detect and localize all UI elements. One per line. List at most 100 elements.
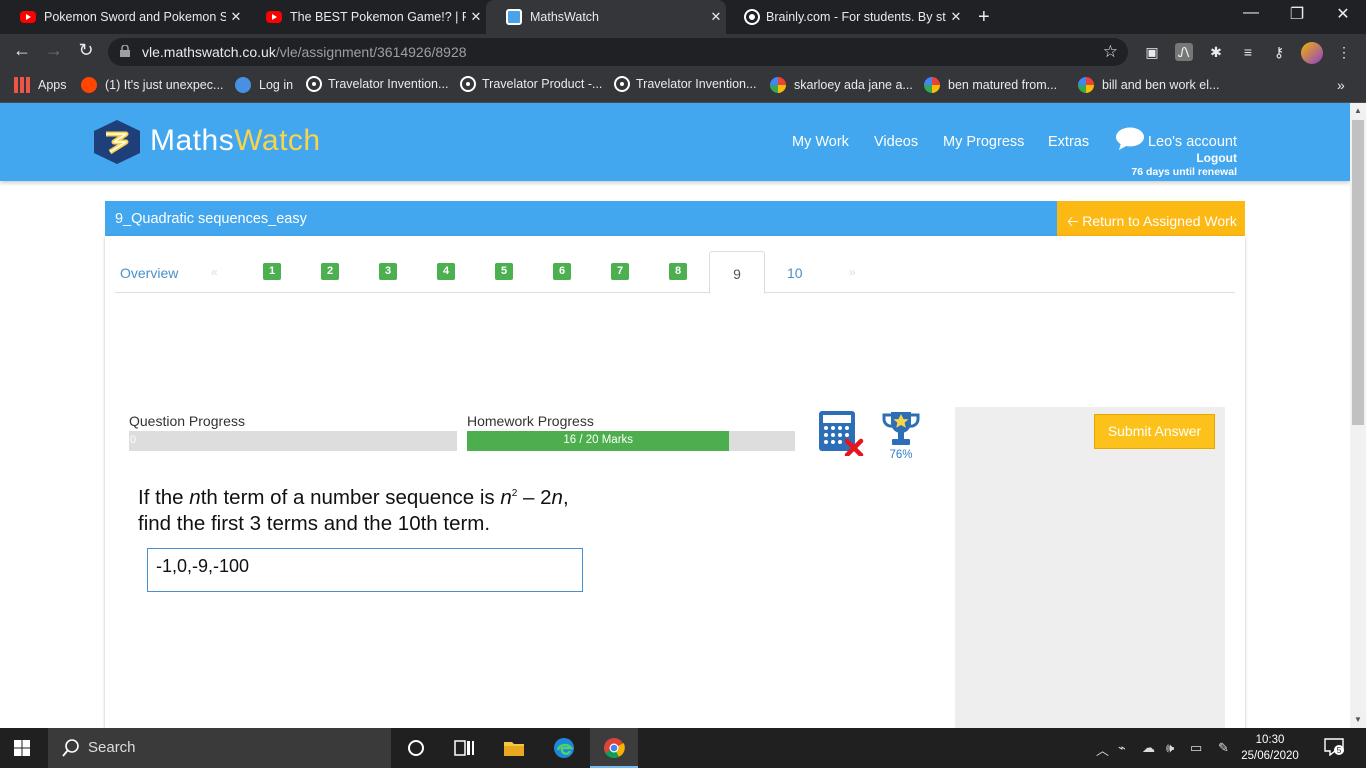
forward-icon[interactable]: →: [42, 40, 66, 61]
tabs-prev-icon[interactable]: «: [211, 265, 218, 279]
browser-toolbar: ← → ↻ vle.mathswatch.co.uk/vle/assignmen…: [0, 34, 1366, 70]
tab-title: The BEST Pokemon Game!? | Rev: [290, 10, 466, 24]
homework-progress-text: 16 / 20 Marks: [563, 434, 634, 446]
extension-reader-icon[interactable]: ▣: [1143, 43, 1161, 61]
question-panel: Overview « 1 2 3 4 5 6 7 8 9 10 » Questi…: [105, 236, 1245, 728]
submit-answer-button[interactable]: Submit Answer: [1094, 414, 1215, 449]
restore-icon[interactable]: ❐: [1274, 4, 1320, 24]
network-icon[interactable]: ⌁: [1118, 740, 1126, 756]
clock-time: 10:30: [1255, 734, 1285, 746]
url-text: vle.mathswatch.co.uk/vle/assignment/3614…: [142, 44, 467, 60]
bookmark-item[interactable]: Travelator Product -...: [462, 77, 602, 91]
browser-tab[interactable]: Pokemon Sword and Pokemon Sh ✕: [0, 0, 246, 34]
new-tab-icon[interactable]: +: [978, 6, 990, 29]
scroll-up-icon[interactable]: ▲: [1354, 106, 1362, 115]
taskbar-search[interactable]: Search: [48, 728, 391, 768]
question-line-1: If the nth term of a number sequence is …: [138, 486, 569, 509]
tab-question-10[interactable]: 10: [787, 265, 803, 281]
extension-font-icon[interactable]: Ꮑ: [1175, 43, 1193, 61]
tabs-next-icon[interactable]: »: [849, 265, 856, 279]
bookmark-star-icon[interactable]: ☆: [1103, 42, 1118, 62]
battery-icon[interactable]: ▭: [1190, 740, 1202, 756]
address-bar[interactable]: vle.mathswatch.co.uk/vle/assignment/3614…: [108, 38, 1128, 66]
task-view-icon[interactable]: [452, 736, 476, 760]
bookmark-item[interactable]: Log in: [235, 77, 293, 93]
question-tabs: Overview « 1 2 3 4 5 6 7 8 9 10 »: [115, 251, 1235, 294]
tab-question-1[interactable]: 1: [263, 263, 281, 280]
tab-question-3[interactable]: 3: [379, 263, 397, 280]
cortana-icon[interactable]: [404, 736, 428, 760]
scrollbar-thumb[interactable]: [1352, 120, 1364, 425]
google-icon: [1078, 77, 1094, 93]
media-queue-icon[interactable]: ≡: [1239, 43, 1257, 61]
mathswatch-logo-icon[interactable]: [92, 119, 142, 165]
account-name[interactable]: Leo's account: [1148, 134, 1237, 150]
profile-avatar[interactable]: [1301, 42, 1323, 64]
youtube-icon: [20, 11, 36, 23]
nav-extras[interactable]: Extras: [1048, 134, 1089, 150]
pen-icon[interactable]: ✎: [1218, 740, 1229, 756]
logout-link[interactable]: Logout: [1196, 151, 1237, 165]
question-progress-bar: 0: [129, 431, 457, 451]
notifications-icon[interactable]: 5: [1324, 738, 1344, 756]
browser-tab-active[interactable]: MathsWatch ✕: [486, 0, 726, 34]
trophy-icon: [882, 412, 920, 445]
tab-question-7[interactable]: 7: [611, 263, 629, 280]
back-icon[interactable]: ←: [10, 40, 34, 61]
extensions-puzzle-icon[interactable]: ✱: [1207, 43, 1225, 61]
scroll-down-icon[interactable]: ▼: [1354, 715, 1362, 724]
nav-videos[interactable]: Videos: [874, 134, 918, 150]
notification-count: 5: [1337, 746, 1342, 755]
bookmark-item[interactable]: Travelator Invention...: [308, 77, 448, 91]
chat-icon: [235, 77, 251, 93]
edge-icon[interactable]: [552, 736, 576, 760]
bookmarks-overflow-icon[interactable]: »: [1337, 77, 1345, 93]
bookmark-item[interactable]: skarloey ada jane a...: [770, 77, 913, 93]
window-close-icon[interactable]: ✕: [1320, 4, 1366, 24]
bookmark-apps[interactable]: Apps: [14, 77, 67, 93]
chrome-menu-icon[interactable]: ⋮: [1335, 43, 1353, 61]
close-tab-icon[interactable]: ✕: [946, 9, 966, 25]
tab-question-2[interactable]: 2: [321, 263, 339, 280]
minimize-icon[interactable]: —: [1228, 4, 1274, 22]
bookmark-item[interactable]: (1) It's just unexpec...: [81, 77, 223, 93]
bookmark-item[interactable]: bill and ben work el...: [1078, 77, 1219, 93]
mathswatch-icon: [506, 9, 522, 25]
key-icon[interactable]: ⚷: [1270, 43, 1288, 61]
taskbar-search-label: Search: [88, 739, 136, 756]
close-tab-icon[interactable]: ✕: [466, 9, 486, 25]
site-logo-text[interactable]: MathsWatch: [150, 124, 321, 158]
windows-taskbar: Search ︿ ⌁ ☁ 🕪 ▭ ✎ 10:30 25/06/2020 5: [0, 728, 1366, 768]
windows-start-icon[interactable]: [14, 740, 30, 756]
close-tab-icon[interactable]: ✕: [226, 9, 246, 25]
tab-question-8[interactable]: 8: [669, 263, 687, 280]
brainly-icon: [746, 11, 758, 23]
browser-tab[interactable]: Brainly.com - For students. By stu ✕: [726, 0, 966, 34]
tab-title: Brainly.com - For students. By stu: [766, 10, 946, 24]
page-scrollbar[interactable]: ▲ ▼: [1350, 103, 1366, 728]
volume-icon[interactable]: 🕪: [1166, 740, 1174, 756]
close-tab-icon[interactable]: ✕: [706, 9, 726, 25]
reload-icon[interactable]: ↻: [74, 40, 98, 61]
calculator-not-allowed-icon: [819, 411, 864, 456]
tab-question-9[interactable]: 9: [709, 251, 765, 294]
tab-title: Pokemon Sword and Pokemon Sh: [44, 10, 226, 24]
tab-question-6[interactable]: 6: [553, 263, 571, 280]
tab-question-5[interactable]: 5: [495, 263, 513, 280]
onedrive-icon[interactable]: ☁: [1142, 740, 1155, 756]
bookmark-item[interactable]: ben matured from...: [924, 77, 1057, 93]
browser-tab[interactable]: The BEST Pokemon Game!? | Rev ✕: [246, 0, 486, 34]
nav-my-progress[interactable]: My Progress: [943, 134, 1024, 150]
taskbar-chrome-active[interactable]: [590, 728, 638, 768]
nav-my-work[interactable]: My Work: [792, 134, 849, 150]
bookmark-item[interactable]: Travelator Invention...: [616, 77, 756, 91]
tab-overview[interactable]: Overview: [120, 265, 178, 281]
show-hidden-icons[interactable]: ︿: [1096, 740, 1109, 759]
tab-question-4[interactable]: 4: [437, 263, 455, 280]
return-to-assigned-work-button[interactable]: 🡠 Return to Assigned Work: [1057, 201, 1245, 236]
file-explorer-icon[interactable]: [502, 736, 526, 760]
taskbar-clock[interactable]: 10:30 25/06/2020: [1240, 732, 1300, 764]
answer-input[interactable]: -1,0,-9,-100: [147, 548, 583, 592]
assignment-bar: 9_Quadratic sequences_easy 🡠 Return to A…: [105, 201, 1245, 236]
question-line-2: find the first 3 terms and the 10th term…: [138, 512, 491, 535]
